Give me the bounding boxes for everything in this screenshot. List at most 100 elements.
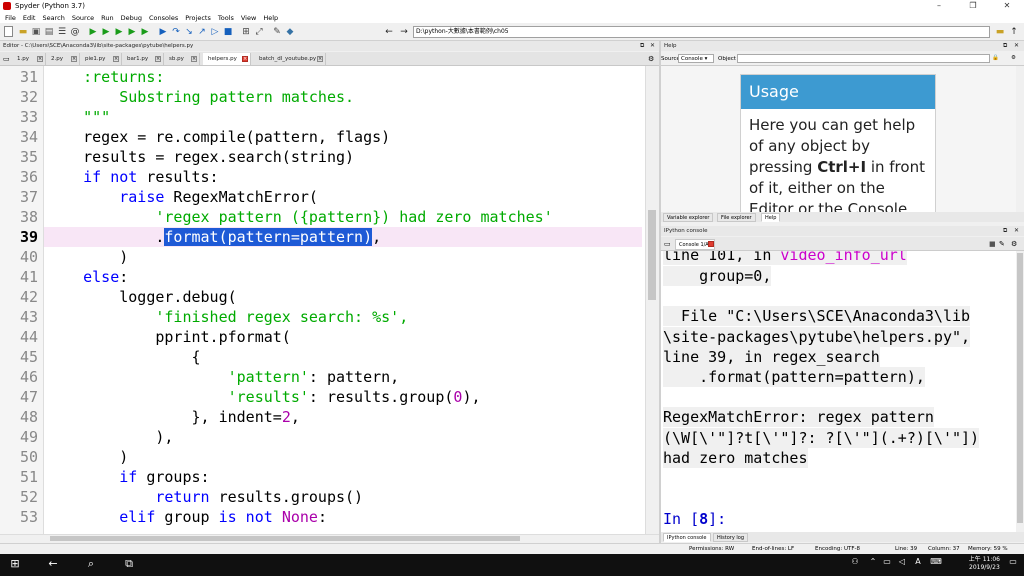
tab-ipython-console[interactable]: IPython console bbox=[663, 533, 711, 542]
lock-icon[interactable]: 🔒 bbox=[992, 55, 999, 61]
menu-debug[interactable]: Debug bbox=[121, 14, 142, 22]
save-icon[interactable]: ▣ bbox=[30, 26, 42, 38]
tab-variable-explorer[interactable]: Variable explorer bbox=[663, 213, 714, 222]
tab-close-icon[interactable]: × bbox=[155, 56, 161, 62]
minimize-button[interactable]: – bbox=[922, 0, 956, 12]
editor-scroll-thumb[interactable] bbox=[648, 210, 656, 300]
menu-view[interactable]: View bbox=[241, 14, 256, 22]
task-view-icon[interactable]: ⧉ bbox=[120, 557, 138, 571]
tab-bar1-py[interactable]: bar1.py × bbox=[122, 53, 164, 65]
menu-search[interactable]: Search bbox=[42, 14, 64, 22]
editor-vertical-scrollbar[interactable] bbox=[645, 66, 659, 534]
close-button[interactable]: ✕ bbox=[990, 0, 1024, 12]
undock-icon[interactable]: ⧉ bbox=[1003, 226, 1007, 236]
menu-run[interactable]: Run bbox=[101, 14, 113, 22]
at-icon[interactable]: @ bbox=[69, 26, 81, 38]
menu-help[interactable]: Help bbox=[263, 14, 278, 22]
step-into-icon[interactable]: ↘ bbox=[183, 26, 195, 38]
code-line: 'pattern': pattern, bbox=[227, 368, 400, 386]
python-icon[interactable]: ◆ bbox=[284, 26, 296, 38]
tab-close-icon[interactable] bbox=[708, 241, 714, 247]
undock-icon[interactable]: ⧉ bbox=[1003, 41, 1007, 51]
restore-button[interactable]: ❐ bbox=[956, 0, 990, 12]
tab-pie1-py[interactable]: pie1.py × bbox=[80, 53, 122, 65]
code-line: { bbox=[47, 348, 201, 366]
ime-label[interactable]: A bbox=[909, 557, 927, 566]
options-gear-icon[interactable]: ⚙ bbox=[1011, 240, 1017, 248]
tab-batch-dl-youtube-py[interactable]: batch_dl_youtube.py × bbox=[254, 53, 326, 65]
tab-helpers-py[interactable]: helpers.py × bbox=[203, 53, 251, 65]
continue-icon[interactable]: ▷ bbox=[209, 26, 221, 38]
menu-file[interactable]: File bbox=[5, 14, 16, 22]
line-number: 34 bbox=[19, 128, 38, 146]
open-file-icon[interactable]: ▬ bbox=[17, 26, 29, 38]
editor-hscroll-thumb[interactable] bbox=[50, 536, 520, 541]
up-arrow-icon[interactable]: ↑ bbox=[1008, 26, 1020, 38]
tab-1-py[interactable]: 1.py × bbox=[12, 53, 46, 65]
run-file-icon[interactable]: ▶ bbox=[100, 26, 112, 38]
step-icon[interactable]: ↷ bbox=[170, 26, 182, 38]
back-arrow-icon[interactable]: ← bbox=[383, 26, 395, 38]
help-scrollbar[interactable] bbox=[1016, 66, 1024, 212]
console-scroll-thumb[interactable] bbox=[1017, 253, 1023, 523]
ipython-console[interactable]: line 101, in video_info_url group=0, Fil… bbox=[661, 251, 1016, 532]
tab-close-icon[interactable]: × bbox=[191, 56, 197, 62]
options-gear-icon[interactable]: ⚙ bbox=[648, 55, 654, 63]
status-encoding: Encoding: UTF-8 bbox=[815, 546, 860, 552]
working-directory-field[interactable]: D:\python-大數據\本書範例\ch05 bbox=[413, 26, 990, 38]
options-gear-icon[interactable]: ⚙ bbox=[1011, 55, 1016, 61]
menu-consoles[interactable]: Consoles bbox=[149, 14, 178, 22]
fullscreen-icon[interactable]: ⤢ bbox=[253, 26, 265, 38]
tab-close-icon[interactable]: × bbox=[113, 56, 119, 62]
stop-icon[interactable]: ■ bbox=[222, 26, 234, 38]
menu-tools[interactable]: Tools bbox=[218, 14, 234, 22]
tab-help[interactable]: Help bbox=[761, 213, 781, 222]
tab-sb-py[interactable]: sb.py × bbox=[164, 53, 200, 65]
notification-icon[interactable]: ▭ bbox=[1004, 557, 1022, 566]
maximize-icon[interactable]: ⊞ bbox=[240, 26, 252, 38]
tab-close-icon[interactable]: × bbox=[242, 56, 248, 62]
tab-close-icon[interactable]: × bbox=[317, 56, 323, 62]
pane-close-icon[interactable]: ✕ bbox=[650, 41, 655, 51]
browse-tabs-icon[interactable]: ▭ bbox=[664, 240, 671, 248]
windows-start-icon[interactable]: ⊞ bbox=[6, 557, 24, 570]
preferences-icon[interactable]: ✎ bbox=[271, 26, 283, 38]
menu-source[interactable]: Source bbox=[72, 14, 94, 22]
console-line: line 39, in regex_search bbox=[663, 347, 880, 367]
taskbar-clock[interactable]: 上午 11:06 2019/9/23 bbox=[969, 556, 1000, 572]
list-icon[interactable]: ☰ bbox=[56, 26, 68, 38]
run-icon[interactable]: ▶ bbox=[87, 26, 99, 38]
browse-tabs-icon[interactable]: ▭ bbox=[3, 55, 10, 63]
edit-icon[interactable]: ✎ bbox=[999, 240, 1005, 248]
editor-pane-header: Editor - C:\Users\SCE\Anaconda3\lib\site… bbox=[0, 41, 659, 51]
search-icon[interactable]: ⌕ bbox=[82, 557, 100, 571]
menu-projects[interactable]: Projects bbox=[185, 14, 211, 22]
tab-history-log[interactable]: History log bbox=[713, 533, 748, 542]
stop-kernel-icon[interactable]: ■ bbox=[989, 240, 996, 248]
back-icon[interactable]: ← bbox=[44, 557, 62, 570]
tab-close-icon[interactable]: × bbox=[37, 56, 43, 62]
run-cell-icon[interactable]: ▶ bbox=[113, 26, 125, 38]
source-select[interactable]: Console ▾ bbox=[678, 54, 714, 63]
keyboard-icon[interactable]: ⌨ bbox=[927, 557, 945, 566]
undock-icon[interactable]: ⧉ bbox=[640, 41, 644, 51]
run-selection-icon[interactable]: ▶ bbox=[139, 26, 151, 38]
object-input[interactable] bbox=[737, 54, 990, 63]
pane-close-icon[interactable]: ✕ bbox=[1014, 41, 1019, 51]
debug-icon[interactable]: ▶ bbox=[157, 26, 169, 38]
forward-arrow-icon[interactable]: → bbox=[398, 26, 410, 38]
tab-close-icon[interactable]: × bbox=[71, 56, 77, 62]
tab-file-explorer[interactable]: File explorer bbox=[717, 213, 756, 222]
new-file-icon[interactable] bbox=[4, 26, 13, 37]
browse-folder-icon[interactable]: ▬ bbox=[994, 26, 1006, 38]
line-number: 33 bbox=[19, 108, 38, 126]
people-icon[interactable]: ⚇ bbox=[846, 557, 864, 566]
menu-edit[interactable]: Edit bbox=[23, 14, 36, 22]
save-all-icon[interactable]: ▤ bbox=[43, 26, 55, 38]
step-return-icon[interactable]: ↗ bbox=[196, 26, 208, 38]
run-cell-advance-icon[interactable]: ▶ bbox=[126, 26, 138, 38]
pane-close-icon[interactable]: ✕ bbox=[1014, 226, 1019, 236]
code-editor[interactable]: 31 :returns: 32 Substring pattern matche… bbox=[0, 66, 659, 534]
line-number: 38 bbox=[19, 208, 38, 226]
tab-2-py[interactable]: 2.py × bbox=[46, 53, 80, 65]
